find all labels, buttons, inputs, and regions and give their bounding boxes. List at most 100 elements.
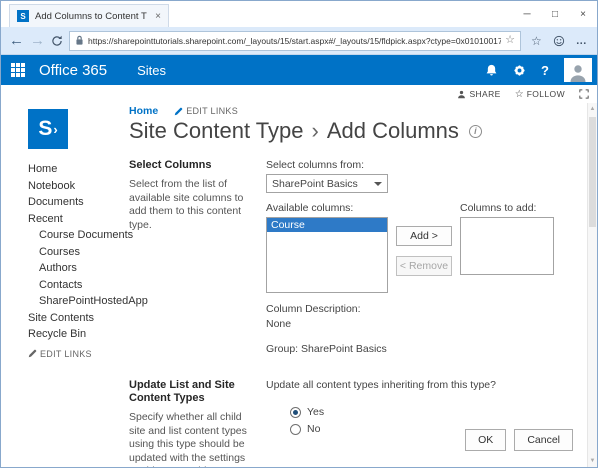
list-item-course[interactable]: Course	[267, 218, 387, 232]
edit-links-button[interactable]: EDIT LINKS	[174, 106, 238, 116]
follow-label: FOLLOW	[527, 89, 565, 99]
radio-button-no[interactable]	[290, 424, 301, 435]
share-button[interactable]: SHARE	[457, 89, 500, 99]
refresh-icon[interactable]	[51, 35, 63, 47]
tab-title: Add Columns to Content T	[35, 11, 149, 22]
address-bar[interactable]: https://sharepointtutorials.sharepoint.c…	[69, 31, 521, 51]
follow-button[interactable]: ☆ FOLLOW	[515, 89, 565, 100]
sidebar-item-notebook[interactable]: Notebook	[28, 178, 126, 195]
sidebar-edit-links-button[interactable]: EDIT LINKS	[28, 349, 126, 359]
sharepoint-favicon: S	[17, 10, 29, 22]
logo-chevron: ›	[53, 122, 57, 137]
select-columns-controls: Select columns from: SharePoint Basics A…	[266, 159, 581, 355]
available-columns-block: Available columns: Course	[266, 202, 388, 293]
column-description-block: Column Description: None	[266, 303, 581, 330]
window-controls: ─ □ ×	[513, 1, 597, 27]
sidebar-item-recent[interactable]: Recent	[28, 211, 126, 228]
columns-group-dropdown-value: SharePoint Basics	[272, 178, 358, 190]
feedback-smiley-icon[interactable]	[553, 35, 565, 47]
add-button[interactable]: Add >	[396, 226, 452, 246]
section-heading: Select Columns	[129, 159, 256, 172]
sidebar-edit-links-label: EDIT LINKS	[40, 349, 92, 359]
add-columns-form: Select Columns Select from the list of a…	[129, 159, 581, 468]
update-types-question: Update all content types inheriting from…	[266, 379, 581, 392]
back-icon[interactable]: ←	[9, 33, 24, 48]
settings-gear-icon[interactable]	[513, 64, 526, 77]
quick-launch-nav: Home Notebook Documents Recent Course Do…	[28, 161, 126, 359]
sidebar-item-home[interactable]: Home	[28, 161, 126, 178]
page-scrollbar[interactable]: ▲ ▼	[587, 103, 597, 467]
cancel-button[interactable]: Cancel	[514, 429, 573, 451]
browser-tab[interactable]: S Add Columns to Content T ×	[9, 4, 169, 27]
https-lock-icon	[75, 35, 84, 46]
scrollbar-thumb[interactable]	[589, 117, 596, 227]
update-types-info: Update List and Site Content Types Speci…	[129, 379, 266, 468]
follow-star-icon: ☆	[515, 89, 524, 100]
scroll-down-icon[interactable]: ▼	[588, 458, 597, 464]
app-launcher-icon[interactable]	[11, 63, 25, 77]
remove-button[interactable]: < Remove	[396, 256, 452, 276]
columns-to-add-block: Columns to add:	[460, 202, 554, 293]
columns-to-add-label: Columns to add:	[460, 202, 554, 214]
update-types-controls: Update all content types inheriting from…	[266, 379, 581, 468]
available-columns-label: Available columns:	[266, 202, 388, 214]
select-columns-from-label: Select columns from:	[266, 159, 581, 171]
available-columns-listbox[interactable]: Course	[266, 217, 388, 293]
scroll-up-icon[interactable]: ▲	[588, 106, 597, 112]
pencil-icon	[28, 349, 37, 358]
radio-label-no: No	[307, 421, 320, 438]
columns-group-dropdown[interactable]: SharePoint Basics	[266, 174, 388, 193]
url-text: https://sharepointtutorials.sharepoint.c…	[88, 36, 501, 46]
sidebar-item-authors[interactable]: Authors	[28, 260, 126, 277]
sidebar-item-contacts[interactable]: Contacts	[28, 277, 126, 294]
page-content: S › Home EDIT LINKS Site Content Type › …	[1, 103, 597, 467]
forward-icon[interactable]: →	[30, 33, 45, 48]
user-avatar[interactable]	[564, 58, 592, 82]
edit-links-label: EDIT LINKS	[186, 106, 238, 116]
ok-button[interactable]: OK	[465, 429, 506, 451]
pencil-icon	[174, 107, 183, 116]
browser-titlebar: S Add Columns to Content T × ─ □ ×	[1, 1, 597, 27]
tab-close-icon[interactable]: ×	[155, 11, 161, 22]
page-title: Site Content Type › Add Columns i	[129, 118, 482, 144]
help-icon[interactable]: ?	[541, 63, 549, 78]
select-columns-section: Select Columns Select from the list of a…	[129, 159, 581, 355]
column-description-value: None	[266, 318, 581, 330]
sidebar-item-course-documents[interactable]: Course Documents	[28, 227, 126, 244]
breadcrumb-home-link[interactable]: Home	[129, 105, 158, 117]
suite-bar-right: ?	[485, 58, 597, 82]
form-footer-buttons: OK Cancel	[465, 429, 573, 451]
office365-brand-link[interactable]: Office 365	[39, 62, 107, 79]
sidebar-item-courses[interactable]: Courses	[28, 244, 126, 261]
sidebar-item-site-contents[interactable]: Site Contents	[28, 310, 126, 327]
column-picker-row: Available columns: Course Add > < Remove…	[266, 202, 581, 293]
column-group-line: Group: SharePoint Basics	[266, 343, 581, 355]
maximize-button[interactable]: □	[541, 1, 569, 27]
share-label: SHARE	[469, 89, 500, 99]
favorites-hub-icon[interactable]: ☆	[531, 35, 542, 47]
office365-suite-bar: Office 365 Sites ?	[1, 55, 597, 85]
sharepoint-site-logo[interactable]: S ›	[28, 109, 68, 149]
section-description: Select from the list of available site c…	[129, 178, 256, 232]
title-info-icon[interactable]: i	[469, 125, 482, 138]
close-button[interactable]: ×	[569, 1, 597, 27]
browser-navbar: ← → https://sharepointtutorials.sharepoi…	[1, 27, 597, 55]
radio-option-yes[interactable]: Yes	[290, 404, 581, 421]
sidebar-item-recycle-bin[interactable]: Recycle Bin	[28, 326, 126, 343]
focus-on-content-icon[interactable]	[579, 89, 589, 99]
browser-toolbar-icons: ☆ …	[531, 35, 590, 47]
more-actions-icon[interactable]: …	[576, 35, 588, 47]
logo-letter: S	[38, 117, 52, 141]
sidebar-item-documents[interactable]: Documents	[28, 194, 126, 211]
favorite-star-icon[interactable]: ☆	[505, 35, 515, 46]
title-separator: ›	[312, 118, 319, 144]
page-title-subpage: Add Columns	[327, 118, 459, 144]
sidebar-item-sharepointhostedapp[interactable]: SharePointHostedApp	[28, 293, 126, 310]
columns-to-add-listbox[interactable]	[460, 217, 554, 275]
radio-button-yes[interactable]	[290, 407, 301, 418]
minimize-button[interactable]: ─	[513, 1, 541, 27]
update-types-section: Update List and Site Content Types Speci…	[129, 379, 581, 468]
notifications-bell-icon[interactable]	[485, 64, 498, 77]
sites-link[interactable]: Sites	[137, 63, 166, 78]
column-description-label: Column Description:	[266, 303, 581, 315]
